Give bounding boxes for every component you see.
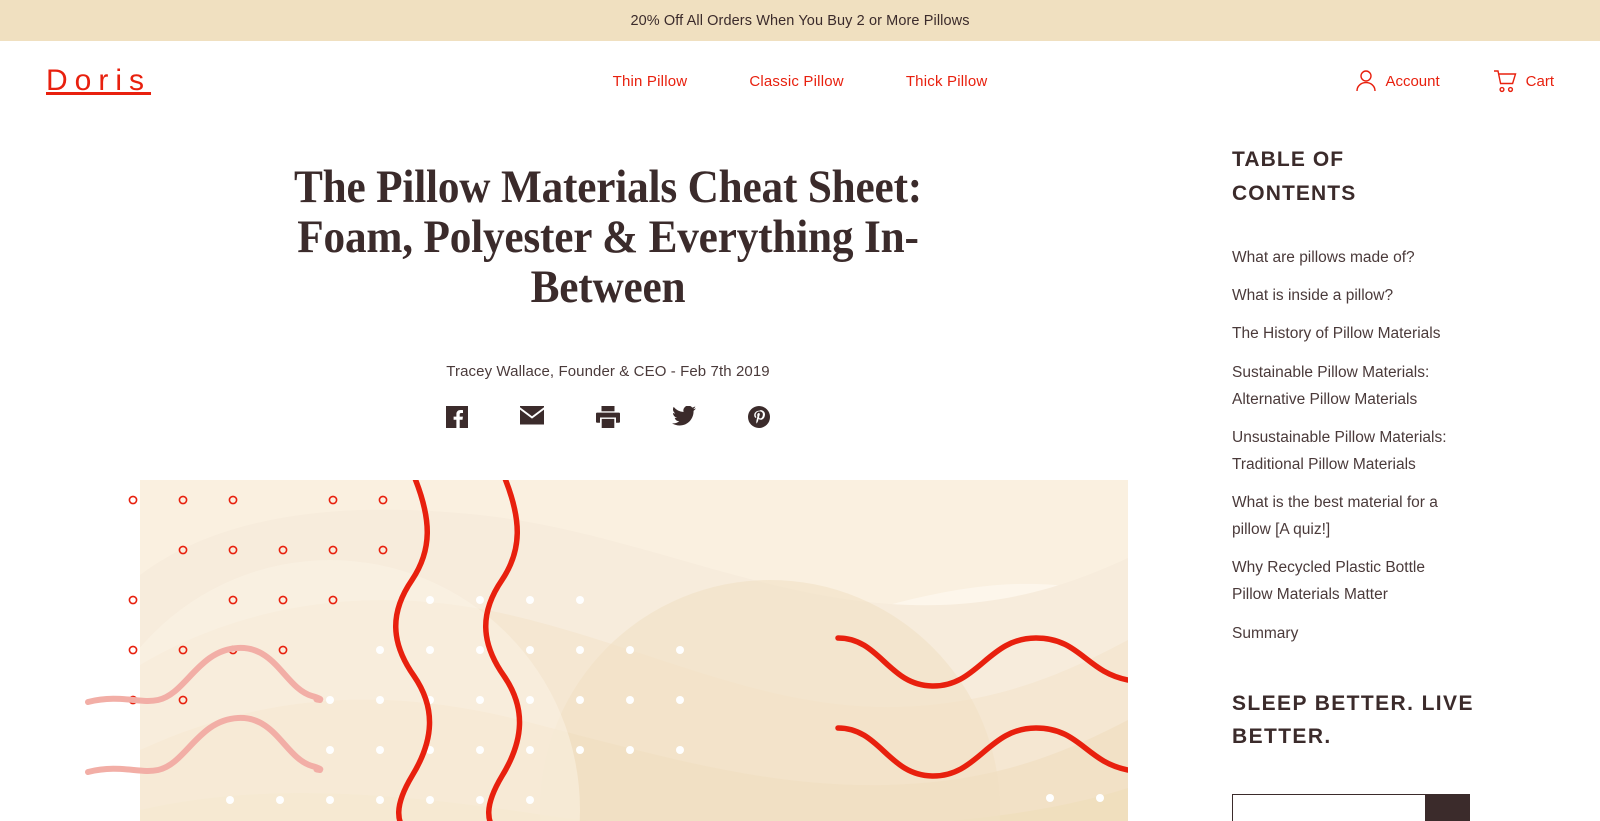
hero-illustration — [80, 480, 1128, 821]
share-bar — [0, 406, 1216, 429]
cart-label: Cart — [1525, 72, 1554, 90]
nav-item-classic-pillow[interactable]: Classic Pillow — [749, 73, 844, 90]
email-icon[interactable] — [520, 406, 544, 428]
nav-item-thin-pillow[interactable]: Thin Pillow — [613, 73, 688, 90]
twitter-icon[interactable] — [672, 406, 696, 428]
newsletter-heading: SLEEP BETTER. LIVE BETTER. — [1232, 691, 1474, 749]
person-icon — [1355, 69, 1377, 93]
toc-heading: TABLE OF CONTENTS — [1232, 148, 1357, 205]
toc-item-5[interactable]: Unsustainable Pillow Materials: Traditio… — [1232, 424, 1464, 478]
email-field[interactable] — [1232, 793, 1425, 821]
account-label: Account — [1385, 72, 1440, 90]
nav-item-thick-pillow[interactable]: Thick Pillow — [906, 73, 988, 90]
toc-item-2[interactable]: What is inside a pillow? — [1232, 282, 1464, 309]
page-body: The Pillow Materials Cheat Sheet: Foam, … — [0, 121, 1600, 821]
subscribe-button[interactable] — [1425, 793, 1470, 821]
toc-item-1[interactable]: What are pillows made of? — [1232, 244, 1464, 271]
toc-item-3[interactable]: The History of Pillow Materials — [1232, 320, 1464, 347]
cart-icon — [1492, 69, 1518, 93]
account-link[interactable]: Account — [1355, 69, 1440, 93]
page-title: The Pillow Materials Cheat Sheet: Foam, … — [293, 161, 923, 313]
newsletter-form — [1232, 793, 1470, 821]
toc-item-7[interactable]: Why Recycled Plastic Bottle Pillow Mater… — [1232, 554, 1464, 608]
hero-illustration-svg — [85, 480, 1128, 821]
facebook-icon[interactable] — [446, 406, 468, 429]
toc-list: What are pillows made of? What is inside… — [1232, 244, 1600, 647]
article-column: The Pillow Materials Cheat Sheet: Foam, … — [0, 121, 1216, 821]
print-icon[interactable] — [596, 406, 620, 429]
toc-item-6[interactable]: What is the best material for a pillow [… — [1232, 489, 1464, 543]
pinterest-icon[interactable] — [748, 406, 770, 429]
site-header: Doris Thin Pillow Classic Pillow Thick P… — [0, 41, 1600, 121]
announcement-bar: 20% Off All Orders When You Buy 2 or Mor… — [0, 0, 1600, 41]
sidebar: TABLE OF CONTENTS What are pillows made … — [1216, 121, 1600, 821]
header-utilities: Account Cart — [1355, 69, 1554, 93]
announcement-text: 20% Off All Orders When You Buy 2 or Mor… — [630, 12, 970, 29]
toc-item-8[interactable]: Summary — [1232, 620, 1464, 647]
newsletter-cta: SLEEP BETTER. LIVE BETTER. — [1232, 687, 1600, 821]
article-byline: Tracey Wallace, Founder & CEO - Feb 7th … — [446, 363, 770, 381]
site-logo[interactable]: Doris — [46, 66, 151, 96]
toc-item-4[interactable]: Sustainable Pillow Materials: Alternativ… — [1232, 359, 1464, 413]
cart-link[interactable]: Cart — [1492, 69, 1554, 93]
